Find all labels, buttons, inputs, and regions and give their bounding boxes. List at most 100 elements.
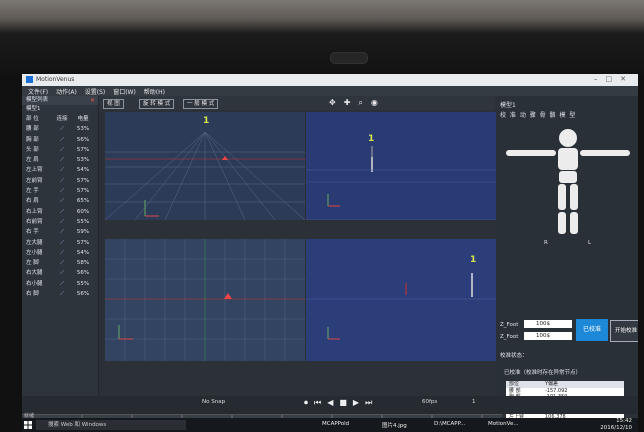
window-controls[interactable]: –□✕ bbox=[594, 75, 634, 83]
sensor-power: 58% bbox=[76, 260, 90, 267]
fps-dropdown[interactable]: 60fps bbox=[422, 399, 437, 405]
sensor-part: 左 脚 bbox=[26, 260, 39, 267]
eye-icon[interactable]: ◉ bbox=[371, 98, 386, 107]
sensor-part: 右 手 bbox=[26, 229, 39, 236]
model-name[interactable]: 模型1 bbox=[22, 105, 98, 114]
sensor-row[interactable]: 左小腿 ⟋ 54% bbox=[22, 248, 98, 258]
sensor-row[interactable]: 腰 部 ⟋ 53% bbox=[22, 124, 98, 134]
field1-label: Z_Foot bbox=[500, 322, 519, 328]
snap-dropdown[interactable]: No Snap bbox=[202, 399, 225, 405]
sensor-row[interactable]: 右上臂 ⟋ 60% bbox=[22, 207, 98, 217]
menu-action[interactable]: 动作(A) bbox=[56, 87, 77, 96]
top-grid bbox=[105, 239, 305, 361]
sensor-row[interactable]: 右前臂 ⟋ 55% bbox=[22, 217, 98, 227]
front-figure bbox=[306, 146, 496, 220]
sensor-power: 55% bbox=[76, 218, 90, 225]
viewport-perspective[interactable]: 1 bbox=[105, 112, 305, 220]
menu-window[interactable]: 窗口(W) bbox=[113, 87, 136, 96]
sensor-list: 腰 部 ⟋ 53% 胸 部 ⟋ 56% 头 部 ⟋ 57% 左 肩 ⟋ 53% 左上臂 ⟋ 54% 左前臂 ⟋ 5… bbox=[22, 124, 98, 299]
view-dropdown[interactable]: 视 图 bbox=[103, 99, 124, 109]
task-image[interactable]: 图片4.jpg bbox=[382, 421, 407, 429]
playback-controls[interactable]: ⏺⏮◀■▶⏭ bbox=[304, 398, 378, 408]
side-figure bbox=[306, 273, 496, 340]
viewport-side[interactable]: 1 bbox=[306, 239, 496, 361]
laptop-bezel-right bbox=[638, 75, 644, 432]
left-side-label: L bbox=[588, 240, 592, 246]
sensor-part: 左 肩 bbox=[26, 157, 39, 164]
skip-start-icon[interactable]: ⏮ bbox=[314, 398, 327, 407]
field2-input[interactable]: 100$ bbox=[524, 332, 572, 340]
calibration-note: 已校准（校准时存在异常节点） bbox=[504, 370, 582, 376]
frame-number: 1 bbox=[368, 134, 375, 144]
sensor-power: 65% bbox=[76, 198, 90, 205]
sensor-part: 右 脚 bbox=[26, 291, 39, 298]
panel-subtitle: 校 准 动 骤 骨 骼 模 型 bbox=[500, 112, 577, 119]
sensor-power: 56% bbox=[76, 291, 90, 298]
sensor-row[interactable]: 右 脚 ⟋ 56% bbox=[22, 289, 98, 299]
link-icon: ⟋ bbox=[60, 146, 64, 153]
sensor-row[interactable]: 右 肩 ⟋ 65% bbox=[22, 196, 98, 206]
link-icon: ⟋ bbox=[60, 260, 64, 267]
step-back-icon[interactable]: ◀ bbox=[327, 398, 339, 407]
record-icon[interactable]: ⏺ bbox=[304, 398, 314, 407]
sensor-part: 头 部 bbox=[26, 146, 39, 153]
sensor-power: 53% bbox=[76, 126, 90, 133]
link-icon: ⟋ bbox=[60, 177, 64, 184]
start-calibration-button[interactable]: 开始校准 bbox=[610, 320, 638, 342]
viewport-toolbar: 视 图 旋 转 模 式 一 般 模 式 ✥✚⌕◉ bbox=[99, 96, 495, 110]
sensor-row[interactable]: 右 手 ⟋ 59% bbox=[22, 227, 98, 237]
viewport-front[interactable]: 1 bbox=[306, 112, 496, 220]
menu-settings[interactable]: 设置(S) bbox=[85, 87, 106, 96]
sensor-row[interactable]: 左 脚 ⟋ 58% bbox=[22, 258, 98, 268]
sensor-row[interactable]: 右大腿 ⟋ 56% bbox=[22, 268, 98, 278]
viewport-top[interactable] bbox=[105, 239, 305, 361]
sensor-power: 60% bbox=[76, 208, 90, 215]
task-mcappold[interactable]: MCAPPold bbox=[322, 421, 349, 427]
perspective-grid bbox=[105, 131, 305, 220]
task-motionvenus[interactable]: MotionVe... bbox=[488, 421, 519, 427]
sensor-power: 56% bbox=[76, 270, 90, 277]
sensor-row[interactable]: 左前臂 ⟋ 57% bbox=[22, 176, 98, 186]
laptop-bezel-left bbox=[0, 75, 22, 432]
sensor-row[interactable]: 左 手 ⟋ 57% bbox=[22, 186, 98, 196]
normal-mode-button[interactable]: 一 般 模 式 bbox=[183, 99, 219, 109]
frame-field[interactable]: 1 bbox=[472, 399, 476, 405]
windows-start-icon[interactable] bbox=[24, 421, 32, 429]
sensor-row[interactable]: 左 肩 ⟋ 53% bbox=[22, 155, 98, 165]
close-icon[interactable]: ✕ bbox=[90, 96, 95, 105]
link-icon: ⟋ bbox=[60, 188, 64, 195]
sensor-power: 57% bbox=[76, 177, 90, 184]
calibrated-button[interactable]: 已校准 bbox=[576, 319, 608, 341]
sensor-row[interactable]: 头 部 ⟋ 57% bbox=[22, 145, 98, 155]
link-icon: ⟋ bbox=[60, 239, 64, 246]
cursor-icon[interactable]: ✥ bbox=[329, 98, 344, 107]
rotate-mode-button[interactable]: 旋 转 模 式 bbox=[139, 99, 175, 109]
move-icon[interactable]: ✚ bbox=[344, 98, 359, 107]
field2-label: Z_Foot bbox=[500, 334, 519, 340]
sensor-row[interactable]: 左大腿 ⟋ 57% bbox=[22, 238, 98, 248]
table-header: 部位 Y偏差 bbox=[506, 381, 624, 388]
menu-help[interactable]: 帮助(H) bbox=[144, 87, 165, 96]
sensor-part: 左上臂 bbox=[26, 167, 43, 174]
view-tools[interactable]: ✥✚⌕◉ bbox=[329, 98, 386, 108]
menu-file[interactable]: 文件(F) bbox=[28, 87, 48, 96]
calibration-status-label: 校准状态： bbox=[500, 353, 528, 359]
sensor-power: 54% bbox=[76, 167, 90, 174]
link-icon: ⟋ bbox=[60, 291, 64, 298]
play-icon[interactable]: ▶ bbox=[353, 398, 365, 407]
sensor-row[interactable]: 右小腿 ⟋ 55% bbox=[22, 279, 98, 289]
window-titlebar: MotionVenus –□✕ bbox=[22, 74, 638, 86]
skip-end-icon[interactable]: ⏭ bbox=[365, 398, 378, 407]
sensor-power: 54% bbox=[76, 249, 90, 256]
sensor-part: 左小腿 bbox=[26, 249, 43, 256]
taskbar-search[interactable]: 搜索 Web 和 Windows bbox=[36, 420, 186, 430]
sensor-row[interactable]: 左上臂 ⟋ 54% bbox=[22, 165, 98, 175]
sensor-row[interactable]: 胸 部 ⟋ 56% bbox=[22, 135, 98, 145]
sensor-power: 57% bbox=[76, 239, 90, 246]
playback-bar: No Snap ⏺⏮◀■▶⏭ 60fps 1 bbox=[22, 396, 638, 414]
task-folder[interactable]: D:\MCAPP... bbox=[434, 421, 465, 427]
sensor-part: 左 手 bbox=[26, 188, 39, 195]
zoom-icon[interactable]: ⌕ bbox=[358, 98, 370, 107]
stop-icon[interactable]: ■ bbox=[339, 398, 353, 407]
field1-input[interactable]: 100$ bbox=[524, 320, 572, 328]
